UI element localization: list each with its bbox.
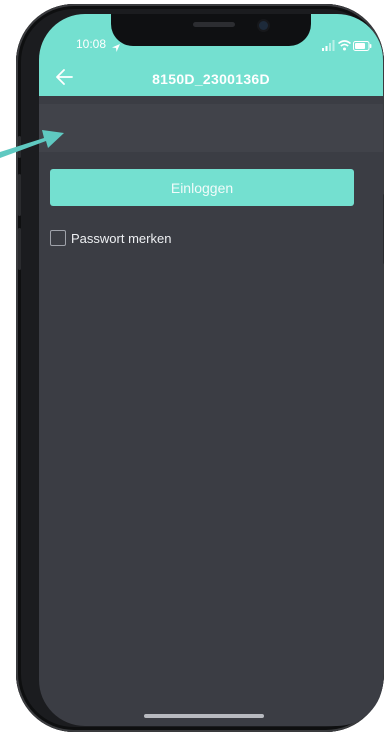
back-arrow-icon <box>55 68 73 90</box>
app-bar-row: 8150D_2300136D <box>39 66 383 94</box>
password-field-row <box>39 104 383 152</box>
phone-frame: 10:08 8150D_2300136D Einloggen Passwort … <box>16 4 384 732</box>
page-title: 8150D_2300136D <box>152 71 270 87</box>
volume-down-button <box>18 228 21 270</box>
signal-icon <box>322 38 336 56</box>
wifi-icon <box>337 38 352 56</box>
volume-up-button <box>18 174 21 216</box>
status-time: 10:08 <box>76 37 107 51</box>
home-indicator[interactable] <box>144 714 264 718</box>
battery-icon <box>353 38 372 56</box>
status-icons <box>322 38 372 51</box>
remember-password-row[interactable]: Passwort merken <box>50 228 171 248</box>
back-button[interactable] <box>49 66 79 92</box>
remember-password-checkbox[interactable] <box>50 230 66 246</box>
location-arrow-icon <box>112 39 120 57</box>
remember-password-label: Passwort merken <box>71 230 172 246</box>
app-screen: 10:08 8150D_2300136D Einloggen Passwort … <box>39 14 383 726</box>
password-input[interactable] <box>47 108 371 150</box>
pointer-arrow-icon <box>0 120 64 165</box>
login-content: Einloggen Passwort merken <box>39 96 383 726</box>
earpiece-speaker <box>193 22 235 27</box>
login-button[interactable]: Einloggen <box>50 169 354 206</box>
notch <box>111 14 311 46</box>
front-camera <box>259 21 268 30</box>
